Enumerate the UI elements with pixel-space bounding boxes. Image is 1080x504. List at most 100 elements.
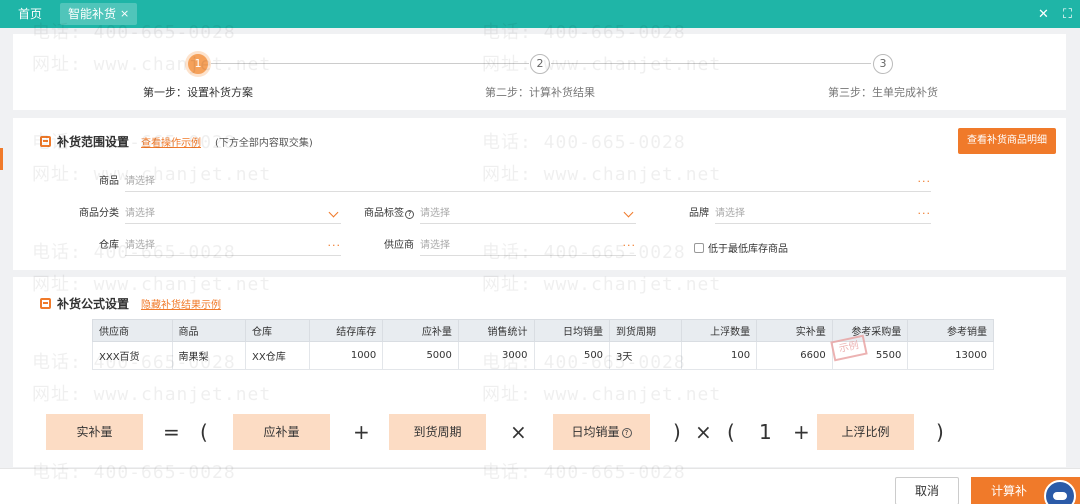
col-product: 商品 (171, 319, 247, 342)
formula-rparen: ) (673, 420, 681, 444)
checkbox-label: 低于最低库存商品 (708, 244, 788, 255)
step-2-label: 第二步：计算补货结果 (485, 86, 595, 99)
left-accent-bar (0, 148, 3, 170)
cell: XX仓库 (245, 341, 310, 370)
chevron-down-icon[interactable] (623, 207, 634, 218)
brand-field[interactable]: 品牌 请选择 ··· (649, 202, 931, 224)
chevron-down-icon[interactable] (328, 207, 339, 218)
tab-home[interactable]: 首页 (0, 0, 60, 28)
formula-lparen: ( (727, 420, 735, 444)
assistant-robot-icon[interactable] (1044, 480, 1076, 504)
col-ref-sales: 参考销量 (907, 319, 994, 342)
warehouse-label: 仓库 (99, 240, 119, 251)
col-supplier: 供应商 (92, 319, 173, 342)
step-3: 3 第三步：生单完成补货 (818, 54, 948, 100)
cell: 100 (680, 341, 758, 370)
footer-bar: 取消 计算补 (0, 468, 1080, 504)
cell: XXX百货 (92, 341, 173, 370)
cell: 5000 (382, 341, 459, 370)
section-icon (40, 136, 51, 147)
cell: 13000 (907, 341, 994, 370)
cell: 3000 (457, 341, 535, 370)
cell: 南果梨 (171, 341, 247, 370)
more-dots-icon[interactable]: ··· (623, 240, 637, 251)
hide-example-link[interactable]: 隐藏补货结果示例 (141, 296, 221, 311)
more-dots-icon[interactable]: ··· (918, 208, 932, 219)
formula-rparen: ) (936, 420, 944, 444)
brand-placeholder: 请选择 (715, 208, 745, 219)
calculate-label: 计算补 (991, 484, 1028, 498)
help-icon[interactable]: ? (405, 210, 414, 219)
step-2-circle: 2 (530, 54, 550, 74)
formula-plus: + (353, 420, 370, 444)
col-warehouse: 仓库 (245, 319, 310, 342)
warehouse-field[interactable]: 仓库 请选择 ··· (53, 234, 341, 256)
col-cycle: 到货周期 (609, 319, 682, 342)
col-actual: 实补量 (756, 319, 833, 342)
brand-label: 品牌 (689, 208, 709, 219)
window-close-icon[interactable]: ✕ (1038, 7, 1049, 22)
cell: 3天 (609, 341, 682, 370)
formula-actual-box[interactable]: 实补量 (46, 414, 143, 450)
tag-label: 商品标签? (353, 204, 420, 224)
more-dots-icon[interactable]: ··· (328, 240, 342, 251)
range-settings-panel: 补货范围设置 查看操作示例 (下方全部内容取交集) 查看补货商品明细 商品 请选… (13, 118, 1066, 270)
step-2: 2 第二步：计算补货结果 (475, 54, 605, 100)
step-1: 1 第一步：设置补货方案 (133, 54, 263, 100)
product-label: 商品 (99, 176, 119, 187)
formula-times: × (695, 420, 712, 444)
col-daily: 日均销量 (533, 319, 611, 342)
col-should: 应补量 (382, 319, 459, 342)
step-1-circle: 1 (188, 54, 208, 74)
range-section-header: 补货范围设置 查看操作示例 (下方全部内容取交集) (40, 133, 313, 150)
top-bar: 首页 智能补货 × ✕ ⛶ (0, 0, 1080, 28)
formula-ratio-box[interactable]: 上浮比例 (817, 414, 914, 450)
col-float: 上浮数量 (680, 319, 758, 342)
view-example-link[interactable]: 查看操作示例 (141, 134, 201, 149)
category-field[interactable]: 商品分类 请选择 (53, 202, 341, 224)
step-3-circle: 3 (873, 54, 893, 74)
below-min-stock-checkbox[interactable]: 低于最低库存商品 (694, 240, 788, 255)
step-1-label: 第一步：设置补货方案 (143, 86, 253, 99)
help-icon[interactable]: ? (621, 427, 632, 438)
cell: 6600 (756, 341, 833, 370)
section-icon (40, 298, 51, 309)
tab-close-icon[interactable]: × (120, 3, 129, 25)
warehouse-placeholder: 请选择 (125, 240, 155, 251)
calculate-button[interactable]: 计算补 (971, 477, 1080, 504)
formula-daily-box[interactable]: 日均销量? (553, 414, 650, 450)
category-label: 商品分类 (79, 208, 119, 219)
cell: 1000 (308, 341, 384, 370)
formula-one: 1 (759, 420, 772, 444)
range-section-title: 补货范围设置 (57, 135, 130, 149)
more-dots-icon[interactable]: ··· (918, 176, 932, 187)
tab-smart-replenish[interactable]: 智能补货 × (60, 3, 138, 25)
cancel-button[interactable]: 取消 (895, 477, 959, 504)
formula-times: × (510, 420, 527, 444)
category-placeholder: 请选择 (125, 208, 155, 219)
tag-placeholder: 请选择 (420, 208, 450, 219)
supplier-field[interactable]: 供应商 请选择 ··· (353, 234, 636, 256)
step-3-label: 第三步：生单完成补货 (828, 86, 938, 99)
steps-panel: 1 第一步：设置补货方案 2 第二步：计算补货结果 3 第三步：生单完成补货 (13, 34, 1066, 110)
product-placeholder: 请选择 (125, 176, 155, 187)
tag-field[interactable]: 商品标签? 请选择 (353, 202, 636, 224)
formula-cycle-box[interactable]: 到货周期 (389, 414, 486, 450)
supplier-placeholder: 请选择 (420, 240, 450, 251)
fullscreen-icon[interactable]: ⛶ (1063, 7, 1072, 22)
supplier-label: 供应商 (384, 240, 414, 251)
tab-label: 智能补货 (68, 7, 117, 21)
product-field[interactable]: 商品 请选择 ··· (53, 170, 931, 192)
formula-lparen: ( (200, 420, 208, 444)
checkbox-box[interactable] (694, 242, 704, 253)
col-sales: 销售统计 (457, 319, 535, 342)
formula-plus: + (793, 420, 810, 444)
formula-settings-panel: 补货公式设置 隐藏补货结果示例 供应商 商品 仓库 结存库存 应补量 销售统计 … (13, 277, 1066, 467)
intersection-note: (下方全部内容取交集) (215, 138, 313, 149)
cell: 500 (533, 341, 611, 370)
formula-section-title: 补货公式设置 (57, 297, 130, 311)
formula-section-header: 补货公式设置 隐藏补货结果示例 (40, 295, 221, 312)
formula-equals: = (163, 420, 180, 444)
view-detail-button[interactable]: 查看补货商品明细 (958, 128, 1056, 154)
formula-should-box[interactable]: 应补量 (233, 414, 330, 450)
